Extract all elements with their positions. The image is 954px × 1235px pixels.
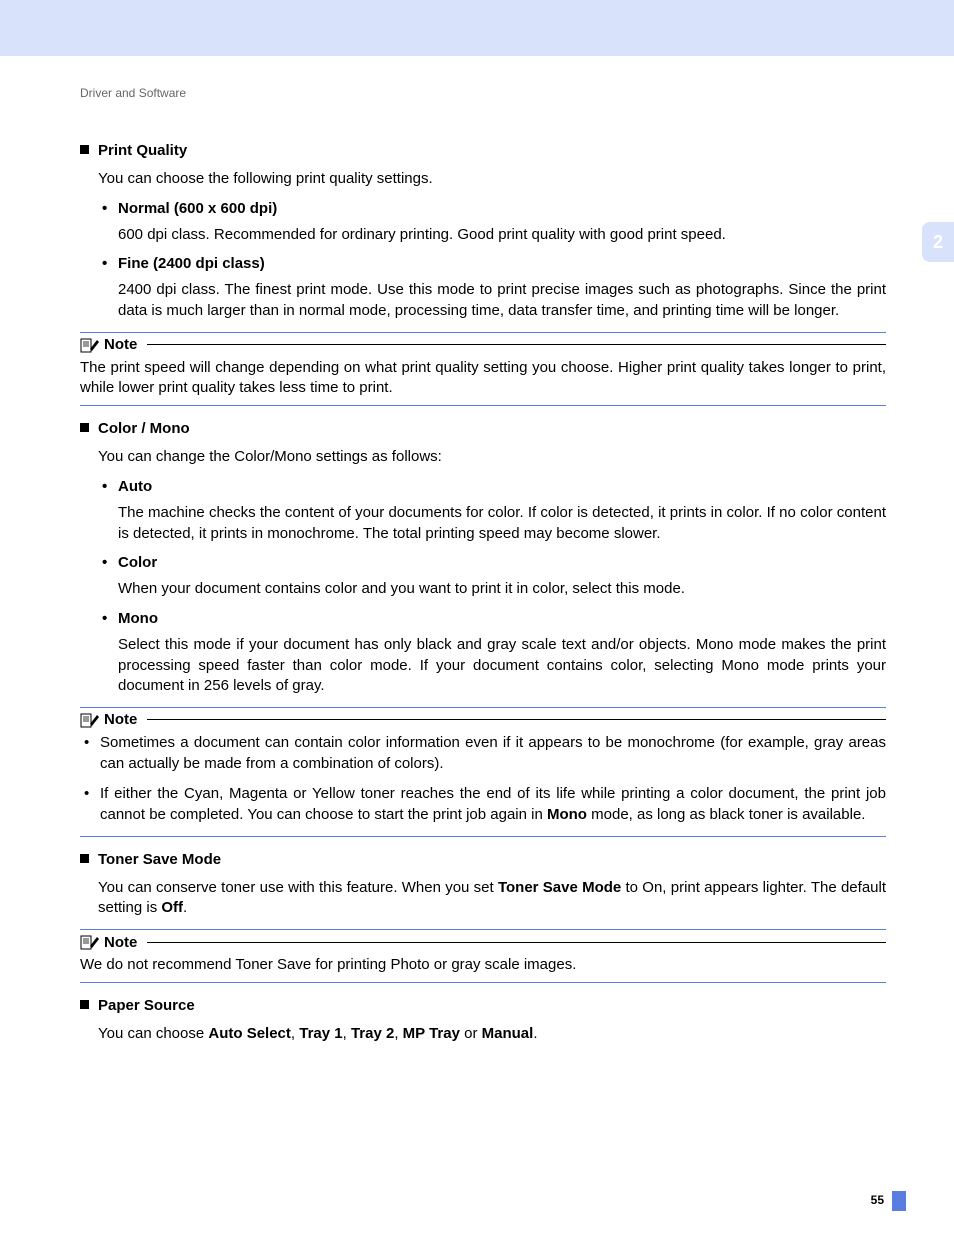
item-fine: Fine (2400 dpi class) 2400 dpi class. Th…: [98, 255, 886, 321]
section-paper-source: Paper Source You can choose Auto Select,…: [80, 997, 886, 1045]
ps-opt5: Manual: [482, 1025, 534, 1042]
note-label: Note: [104, 336, 137, 353]
breadcrumb: Driver and Software: [80, 86, 886, 100]
top-banner: [0, 0, 954, 56]
note-bottom-rule: [80, 405, 886, 406]
note-label: Note: [104, 934, 137, 951]
note-body-pq: The print speed will change depending on…: [80, 358, 886, 399]
subheading-fine: Fine (2400 dpi class): [98, 255, 886, 272]
note-icon: [80, 336, 100, 354]
note-bottom-rule: [80, 982, 886, 983]
page-content: Driver and Software Print Quality You ca…: [0, 56, 954, 1044]
item-auto: Auto The machine checks the content of y…: [98, 478, 886, 544]
section-print-quality: Print Quality You can choose the followi…: [80, 142, 886, 322]
ps-sep4: or: [460, 1025, 482, 1042]
subheading-auto: Auto: [98, 478, 886, 495]
note-rule: [147, 719, 886, 720]
ps-opt4: MP Tray: [403, 1025, 460, 1042]
subheading-color: Color: [98, 554, 886, 571]
ps-opt3: Tray 2: [351, 1025, 394, 1042]
body-toner-save: You can conserve toner use with this fea…: [98, 878, 886, 919]
item-mono: Mono Select this mode if your document h…: [98, 610, 886, 697]
section-color-mono: Color / Mono You can change the Color/Mo…: [80, 420, 886, 697]
ps-sep1: ,: [291, 1025, 299, 1042]
heading-print-quality: Print Quality: [80, 142, 886, 159]
note-rule: [147, 344, 886, 345]
page-number: 55: [871, 1193, 884, 1207]
note-rule: [147, 942, 886, 943]
item-color: Color When your document contains color …: [98, 554, 886, 600]
intro-print-quality: You can choose the following print quali…: [98, 169, 886, 190]
ps-opt2: Tray 1: [299, 1025, 342, 1042]
ps-pre: You can choose: [98, 1025, 208, 1042]
body-color: When your document contains color and yo…: [118, 579, 886, 600]
body-paper-source: You can choose Auto Select, Tray 1, Tray…: [98, 1024, 886, 1045]
note-icon: [80, 933, 100, 951]
note-bullet-2: If either the Cyan, Magenta or Yellow to…: [80, 784, 886, 825]
note-icon: [80, 711, 100, 729]
ps-post: .: [533, 1025, 537, 1042]
ps-sep2: ,: [343, 1025, 351, 1042]
heading-paper-source: Paper Source: [80, 997, 886, 1014]
body-auto: The machine checks the content of your d…: [118, 503, 886, 544]
chapter-tab: 2: [922, 222, 954, 262]
note-color-mono: Note Sometimes a document can contain co…: [80, 711, 886, 837]
note-bullet-1: Sometimes a document can contain color i…: [80, 733, 886, 774]
nb2-bold: Mono: [547, 806, 587, 823]
note-bottom-rule: [80, 836, 886, 837]
ps-sep3: ,: [394, 1025, 402, 1042]
ts-pre: You can conserve toner use with this fea…: [98, 879, 498, 896]
chapter-number: 2: [933, 232, 943, 253]
intro-color-mono: You can change the Color/Mono settings a…: [98, 447, 886, 468]
ps-opt1: Auto Select: [208, 1025, 291, 1042]
subheading-mono: Mono: [98, 610, 886, 627]
note-print-quality: Note The print speed will change dependi…: [80, 336, 886, 406]
subheading-normal: Normal (600 x 600 dpi): [98, 200, 886, 217]
page-number-accent: [892, 1191, 906, 1211]
note-label: Note: [104, 711, 137, 728]
heading-toner-save: Toner Save Mode: [80, 851, 886, 868]
body-fine: 2400 dpi class. The finest print mode. U…: [118, 280, 886, 321]
ts-b1: Toner Save Mode: [498, 879, 621, 896]
section-toner-save: Toner Save Mode You can conserve toner u…: [80, 851, 886, 919]
item-normal: Normal (600 x 600 dpi) 600 dpi class. Re…: [98, 200, 886, 246]
ts-b2: Off: [161, 899, 183, 916]
note-toner-save: Note We do not recommend Toner Save for …: [80, 933, 886, 983]
body-mono: Select this mode if your document has on…: [118, 635, 886, 697]
ts-post: .: [183, 899, 187, 916]
heading-color-mono: Color / Mono: [80, 420, 886, 437]
body-normal: 600 dpi class. Recommended for ordinary …: [118, 225, 886, 246]
nb2-post: mode, as long as black toner is availabl…: [587, 806, 866, 823]
note-body-ts: We do not recommend Toner Save for print…: [80, 955, 886, 976]
